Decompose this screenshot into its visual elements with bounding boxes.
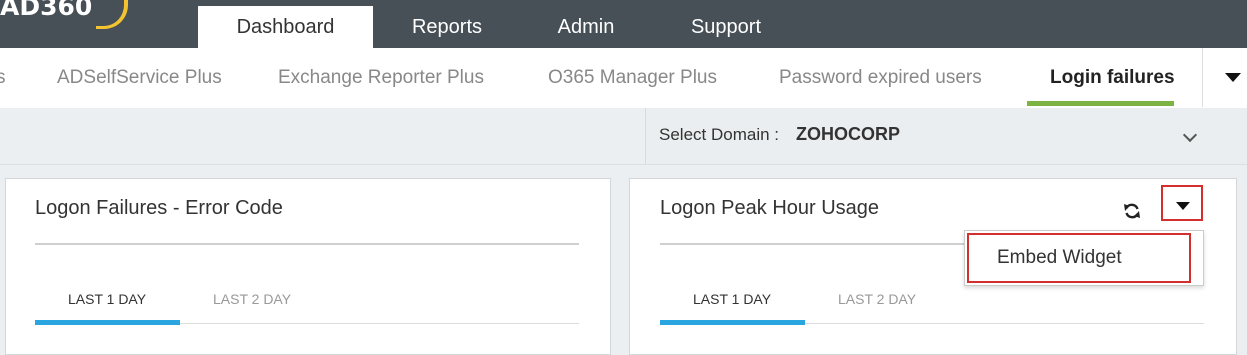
widget-title: Logon Failures - Error Code — [35, 197, 283, 219]
tab-admin-label: Admin — [557, 16, 615, 38]
domain-value: ZOHOCORP — [796, 124, 901, 144]
tab-reports-label: Reports — [411, 16, 483, 38]
widget-title: Logon Peak Hour Usage — [660, 197, 880, 219]
subtab-o365-manager-plus[interactable]: O365 Manager Plus — [548, 48, 717, 108]
active-subtab-indicator — [1027, 101, 1174, 106]
active-tab-indicator — [660, 320, 805, 325]
domain-label: Select Domain : — [659, 125, 779, 144]
widget-tab-last-2-day[interactable]: LAST 2 DAY — [213, 291, 291, 307]
tab-support-label: Support — [690, 16, 762, 38]
widget-tab-last-2-day[interactable]: LAST 2 DAY — [838, 291, 916, 307]
more-tabs-button[interactable] — [1202, 48, 1247, 107]
subtab-partial[interactable]: s — [0, 48, 6, 108]
tab-reports[interactable]: Reports — [396, 6, 498, 48]
widget-logon-failures-error-code: Logon Failures - Error Code LAST 1 DAY L… — [5, 178, 611, 355]
domain-select[interactable]: Select Domain : ZOHOCORP — [645, 108, 1247, 164]
widget-dropdown-menu: Embed Widget — [964, 230, 1204, 286]
app-logo[interactable]: AD360 — [0, 0, 92, 32]
tab-dashboard-label: Dashboard — [236, 16, 335, 38]
logo-text: AD360 — [0, 0, 93, 21]
widget-menu-button[interactable] — [1161, 185, 1203, 221]
divider — [35, 243, 579, 245]
widget-tab-last-1-day[interactable]: LAST 1 DAY — [693, 291, 771, 307]
caret-down-icon — [1176, 202, 1190, 210]
refresh-icon[interactable] — [1122, 201, 1142, 221]
tab-dashboard[interactable]: Dashboard — [198, 6, 373, 48]
tab-support[interactable]: Support — [672, 6, 780, 48]
caret-down-icon — [1225, 73, 1241, 82]
subtab-adselfservice-plus[interactable]: ADSelfService Plus — [57, 48, 222, 108]
sub-nav-bar: s ADSelfService Plus Exchange Reporter P… — [0, 48, 1247, 109]
subtab-login-failures[interactable]: Login failures — [1050, 48, 1175, 108]
subtab-exchange-reporter-plus[interactable]: Exchange Reporter Plus — [278, 48, 484, 108]
widget-tab-last-1-day[interactable]: LAST 1 DAY — [68, 291, 146, 307]
tab-admin[interactable]: Admin — [540, 6, 632, 48]
active-tab-indicator — [35, 320, 180, 325]
menu-item-embed-widget[interactable]: Embed Widget — [967, 233, 1191, 283]
logo-arc-icon — [96, 0, 128, 29]
subtab-password-expired-users[interactable]: Password expired users — [779, 48, 982, 108]
top-nav-bar: AD360 Dashboard Reports Admin Support — [0, 0, 1247, 48]
chevron-down-icon — [1182, 127, 1198, 143]
